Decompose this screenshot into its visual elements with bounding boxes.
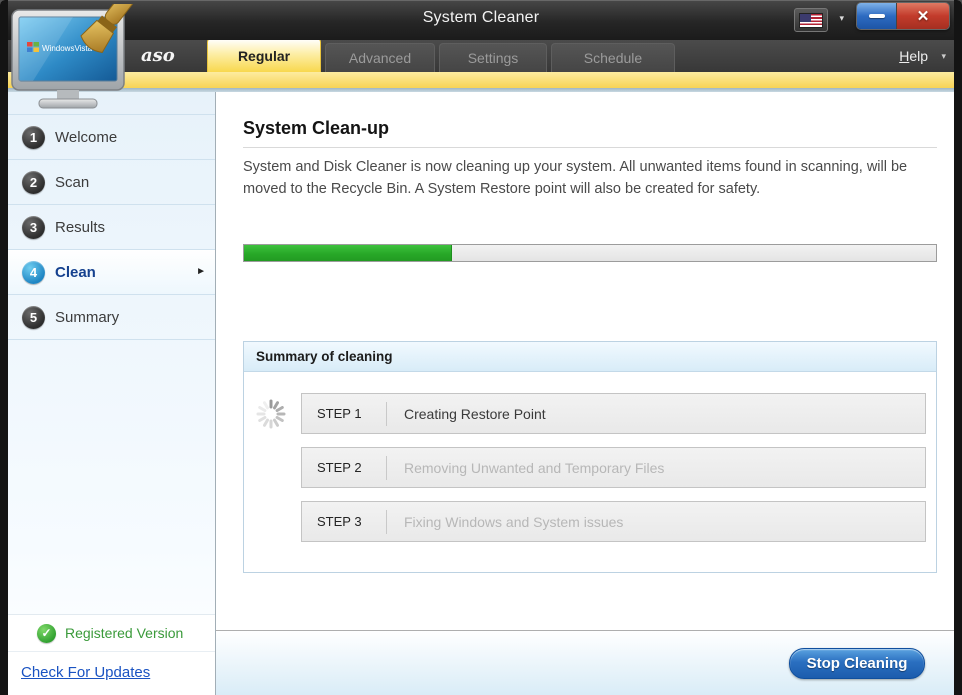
check-for-updates-link[interactable]: Check For Updates bbox=[21, 664, 215, 681]
window-frame-left bbox=[0, 0, 8, 695]
sidebar-item-welcome[interactable]: 1 Welcome bbox=[8, 115, 215, 160]
tab-regular[interactable]: Regular bbox=[207, 38, 321, 72]
header-divider bbox=[0, 88, 962, 92]
stop-cleaning-button[interactable]: Stop Cleaning bbox=[789, 648, 925, 679]
cleaning-step-row: STEP 1 Creating Restore Point bbox=[301, 393, 926, 434]
tab-bar: aso Regular Advanced Settings Schedule H… bbox=[0, 40, 962, 72]
page-title: System Clean-up bbox=[243, 118, 389, 139]
language-caret-down-icon[interactable]: ▾ bbox=[839, 13, 844, 24]
step-number-badge: 2 bbox=[22, 171, 45, 194]
minimize-icon bbox=[869, 14, 885, 18]
cleaning-step-row: STEP 3 Fixing Windows and System issues bbox=[301, 501, 926, 542]
summary-panel-title: Summary of cleaning bbox=[244, 342, 936, 372]
step-description: Fixing Windows and System issues bbox=[387, 514, 623, 530]
footer: Stop Cleaning bbox=[216, 631, 954, 695]
step-number-badge: 1 bbox=[22, 126, 45, 149]
step-label: STEP 3 bbox=[302, 510, 387, 534]
help-caret-down-icon[interactable]: ▾ bbox=[941, 51, 946, 62]
close-icon: ✕ bbox=[917, 7, 930, 25]
window-frame-right bbox=[954, 0, 962, 695]
tab-advanced-label: Advanced bbox=[349, 50, 411, 66]
svg-text:WindowsVista: WindowsVista bbox=[42, 44, 93, 53]
window-controls: ✕ bbox=[856, 2, 950, 30]
app-logo: WindowsVista bbox=[8, 4, 140, 118]
step-number-badge: 5 bbox=[22, 306, 45, 329]
cleaning-progress-bar bbox=[243, 244, 937, 262]
progress-fill bbox=[244, 245, 452, 261]
title-bar: System Cleaner ▾ ✕ bbox=[0, 0, 962, 40]
minimize-button[interactable] bbox=[857, 3, 897, 29]
sidebar-item-label: Clean bbox=[55, 264, 96, 281]
check-circle-icon: ✓ bbox=[37, 624, 56, 643]
sidebar-item-label: Results bbox=[55, 219, 105, 236]
loading-spinner-icon bbox=[255, 398, 287, 430]
sidebar-item-label: Welcome bbox=[55, 129, 117, 146]
sidebar-item-label: Summary bbox=[55, 309, 119, 326]
sidebar-item-results[interactable]: 3 Results bbox=[8, 205, 215, 250]
active-item-arrow-right-icon: ► bbox=[196, 266, 206, 277]
help-menu[interactable]: Help bbox=[899, 48, 928, 64]
main-content: System Clean-up System and Disk Cleaner … bbox=[216, 92, 954, 695]
close-button[interactable]: ✕ bbox=[897, 3, 949, 29]
summary-panel: Summary of cleaning bbox=[243, 341, 937, 573]
sidebar: 1 Welcome 2 Scan 3 Results 4 Clean ► 5 S… bbox=[8, 92, 216, 695]
step-description: Creating Restore Point bbox=[387, 406, 546, 422]
title-rule bbox=[243, 147, 937, 148]
us-flag-icon bbox=[799, 13, 823, 28]
description-text: System and Disk Cleaner is now cleaning … bbox=[243, 156, 943, 201]
language-selector-button[interactable] bbox=[794, 8, 828, 32]
cleaning-step-row: STEP 2 Removing Unwanted and Temporary F… bbox=[301, 447, 926, 488]
registered-version-row: ✓ Registered Version bbox=[8, 614, 215, 652]
tab-settings[interactable]: Settings bbox=[439, 43, 547, 72]
sidebar-bottom: ✓ Registered Version Check For Updates bbox=[8, 614, 215, 695]
step-label: STEP 2 bbox=[302, 456, 387, 480]
sidebar-item-summary[interactable]: 5 Summary bbox=[8, 295, 215, 340]
step-number-badge: 4 bbox=[22, 261, 45, 284]
tab-settings-label: Settings bbox=[468, 50, 519, 66]
app-window: System Cleaner ▾ ✕ aso Regular Advanced … bbox=[0, 0, 962, 695]
tab-schedule-label: Schedule bbox=[584, 50, 642, 66]
step-description: Removing Unwanted and Temporary Files bbox=[387, 460, 664, 476]
help-label-rest: elp bbox=[909, 48, 928, 64]
brand-logo-text: aso bbox=[141, 45, 175, 66]
help-accesskey: H bbox=[899, 48, 909, 64]
step-label: STEP 1 bbox=[302, 402, 387, 426]
accent-strip bbox=[0, 72, 962, 88]
tab-advanced[interactable]: Advanced bbox=[325, 43, 435, 72]
sidebar-item-scan[interactable]: 2 Scan bbox=[8, 160, 215, 205]
tab-schedule[interactable]: Schedule bbox=[551, 43, 675, 72]
tab-regular-label: Regular bbox=[238, 48, 290, 64]
sidebar-item-clean[interactable]: 4 Clean ► bbox=[8, 250, 215, 295]
sidebar-item-label: Scan bbox=[55, 174, 89, 191]
step-number-badge: 3 bbox=[22, 216, 45, 239]
registered-version-label: Registered Version bbox=[65, 625, 183, 641]
